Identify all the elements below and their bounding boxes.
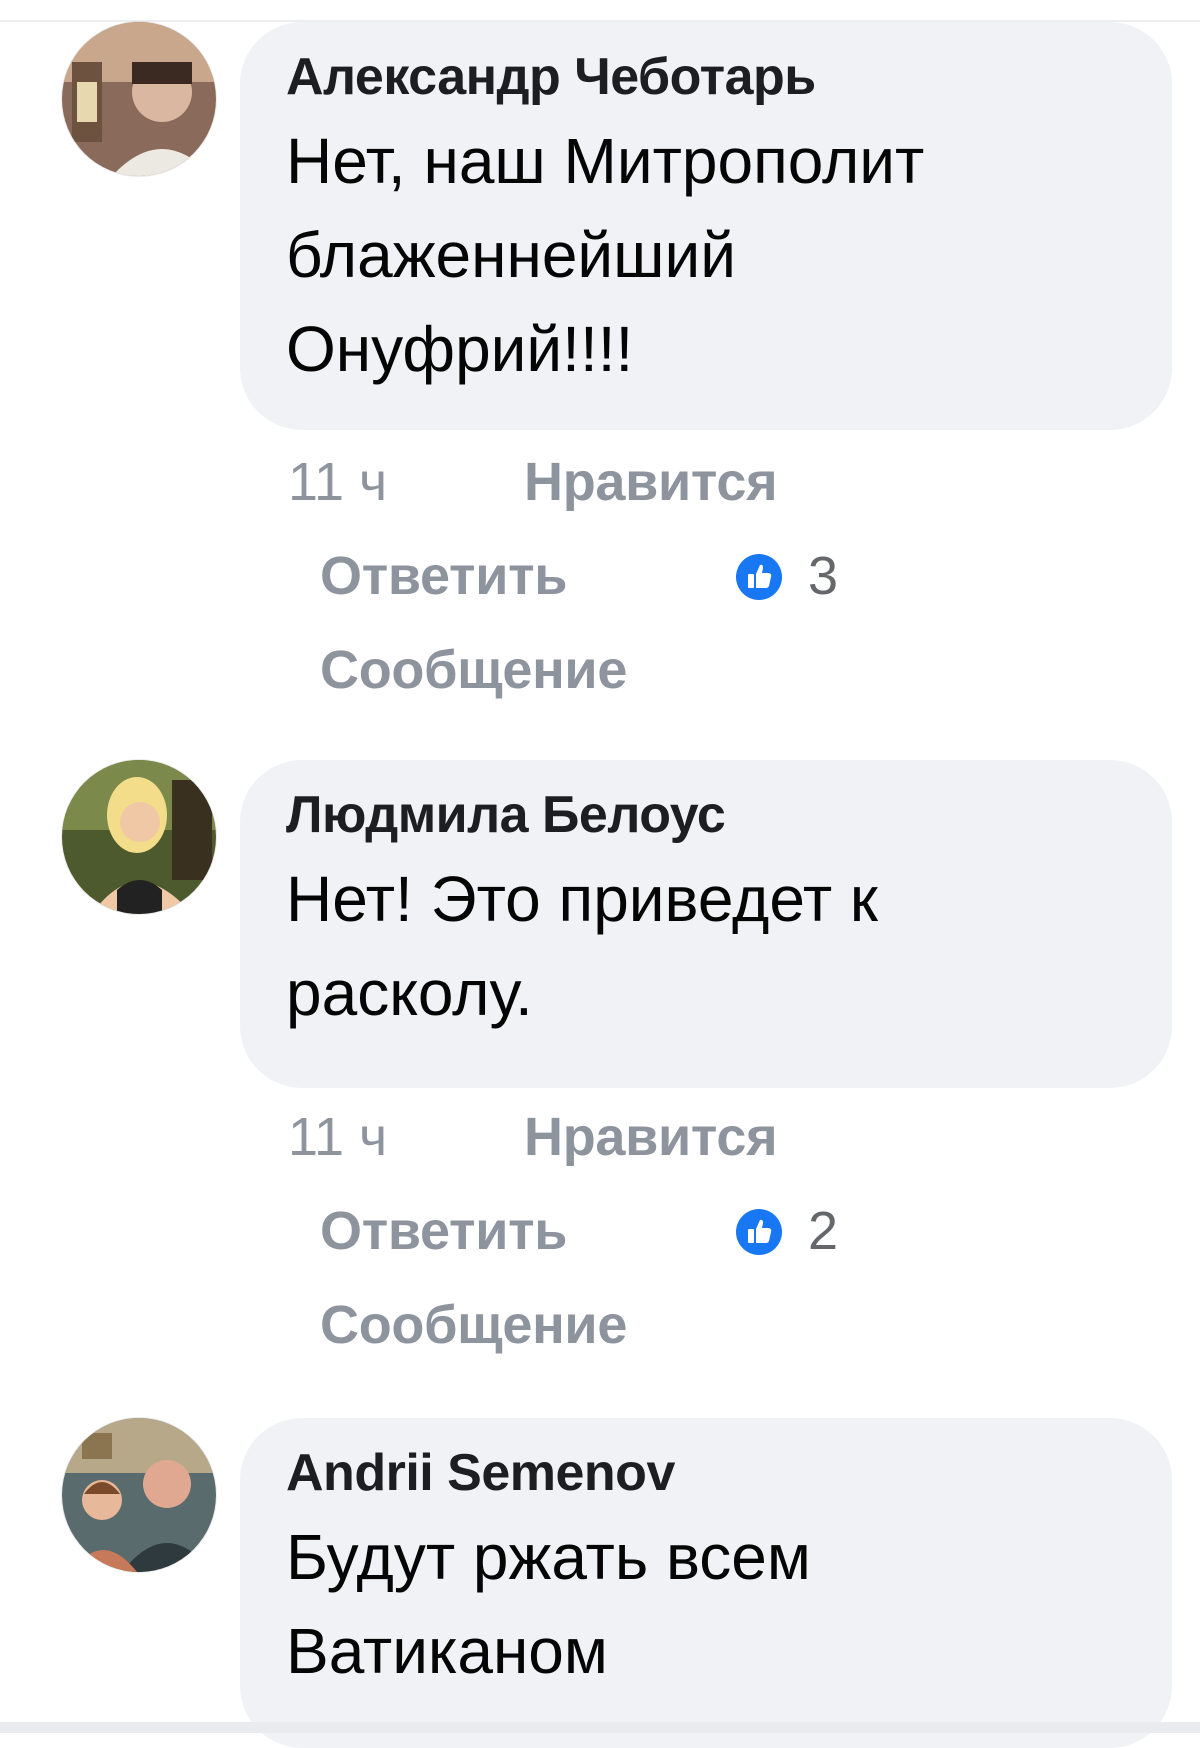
comment-text: Будут ржать всем Ватиканом: [286, 1510, 1126, 1698]
comment-text-line: Онуфрий!!!!: [286, 313, 634, 385]
avatar[interactable]: [62, 1418, 216, 1572]
comment-actions: 11 ч Нравится Ответить 2 Сообщение: [288, 1090, 988, 1372]
comment-text-line: расколу.: [286, 957, 533, 1029]
comment-text-line: Ватиканом: [286, 1615, 608, 1687]
like-button[interactable]: Нравится: [524, 435, 778, 529]
avatar[interactable]: [62, 760, 216, 914]
reply-button[interactable]: Ответить: [320, 529, 567, 623]
comment-bubble: Andrii Semenov Будут ржать всем Ватикано…: [240, 1418, 1172, 1748]
comment-text: Нет, наш Митрополит блаженнейший Онуфрий…: [286, 114, 1126, 396]
message-button[interactable]: Сообщение: [320, 1278, 627, 1372]
comment-actions: 11 ч Нравится Ответить 3 Сообщение: [288, 435, 988, 717]
thumbs-up-icon[interactable]: [736, 1209, 782, 1255]
comment-bubble: Александр Чеботарь Нет, наш Митрополит б…: [240, 22, 1172, 430]
message-button[interactable]: Сообщение: [320, 623, 627, 717]
comment-text-line: Нет, наш Митрополит: [286, 125, 925, 197]
comment-text-line: блаженнейший: [286, 219, 736, 291]
bottom-divider: [0, 1722, 1200, 1733]
comment-text: Нет! Это приведет к расколу.: [286, 852, 1126, 1040]
comment-text-line: Будут ржать всем: [286, 1521, 811, 1593]
reaction-count[interactable]: 3: [808, 529, 838, 623]
comment-text-line: Нет! Это приведет к: [286, 863, 878, 935]
comment-timestamp[interactable]: 11 ч: [288, 1090, 387, 1184]
comment-author[interactable]: Andrii Semenov: [286, 1440, 1126, 1506]
comment-author[interactable]: Людмила Белоус: [286, 782, 1126, 848]
reply-button[interactable]: Ответить: [320, 1184, 567, 1278]
reaction-count[interactable]: 2: [808, 1184, 838, 1278]
comment-bubble: Людмила Белоус Нет! Это приведет к раско…: [240, 760, 1172, 1088]
comment-timestamp[interactable]: 11 ч: [288, 435, 387, 529]
like-button[interactable]: Нравится: [524, 1090, 778, 1184]
avatar[interactable]: [62, 22, 216, 176]
comment-author[interactable]: Александр Чеботарь: [286, 44, 1126, 110]
thumbs-up-icon[interactable]: [736, 554, 782, 600]
